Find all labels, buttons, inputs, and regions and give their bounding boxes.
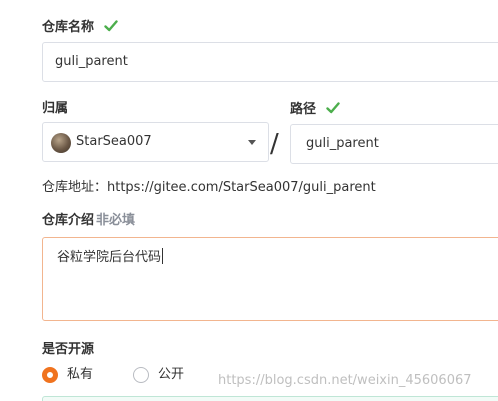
repo-create-form: 仓库名称 guli_parent 归属 StarSea007 / 路径 guli… <box>0 0 498 401</box>
radio-private-label[interactable]: 私有 <box>67 366 93 384</box>
repo-name-input[interactable]: guli_parent <box>42 42 498 82</box>
description-label: 仓库介绍 非必填 <box>42 212 135 230</box>
description-label-text: 仓库介绍 <box>42 213 95 228</box>
watermark: https://blog.csdn.net/weixin_45606067 <box>218 373 472 388</box>
owner-label: 归属 <box>42 100 68 118</box>
repo-name-label: 仓库名称 <box>42 19 118 37</box>
radio-private[interactable] <box>42 367 58 383</box>
owner-label-text: 归属 <box>42 101 69 116</box>
avatar <box>51 133 71 153</box>
radio-public[interactable] <box>133 367 149 383</box>
next-section-box <box>42 396 498 401</box>
radio-public-label[interactable]: 公开 <box>158 366 184 384</box>
check-icon <box>326 102 340 114</box>
repo-name-label-text: 仓库名称 <box>42 20 95 35</box>
description-value: 谷粒学院后台代码 <box>57 250 162 265</box>
chevron-down-icon <box>248 140 256 145</box>
path-label-text: 路径 <box>290 102 317 117</box>
owner-name: StarSea007 <box>76 134 152 149</box>
path-separator: / <box>270 129 279 159</box>
path-label: 路径 <box>290 101 340 119</box>
text-cursor <box>162 248 164 264</box>
path-value: guli_parent <box>306 136 379 151</box>
visibility-label-text: 是否开源 <box>42 342 95 357</box>
repo-address: 仓库地址：https://gitee.com/StarSea007/guli_p… <box>42 180 376 195</box>
owner-select[interactable]: StarSea007 <box>42 122 269 162</box>
repo-name-value: guli_parent <box>55 54 128 69</box>
visibility-label: 是否开源 <box>42 341 94 359</box>
description-textarea[interactable]: 谷粒学院后台代码 <box>42 237 498 321</box>
path-input[interactable]: guli_parent <box>290 124 498 164</box>
optional-hint: 非必填 <box>96 213 136 228</box>
check-icon <box>104 20 118 32</box>
